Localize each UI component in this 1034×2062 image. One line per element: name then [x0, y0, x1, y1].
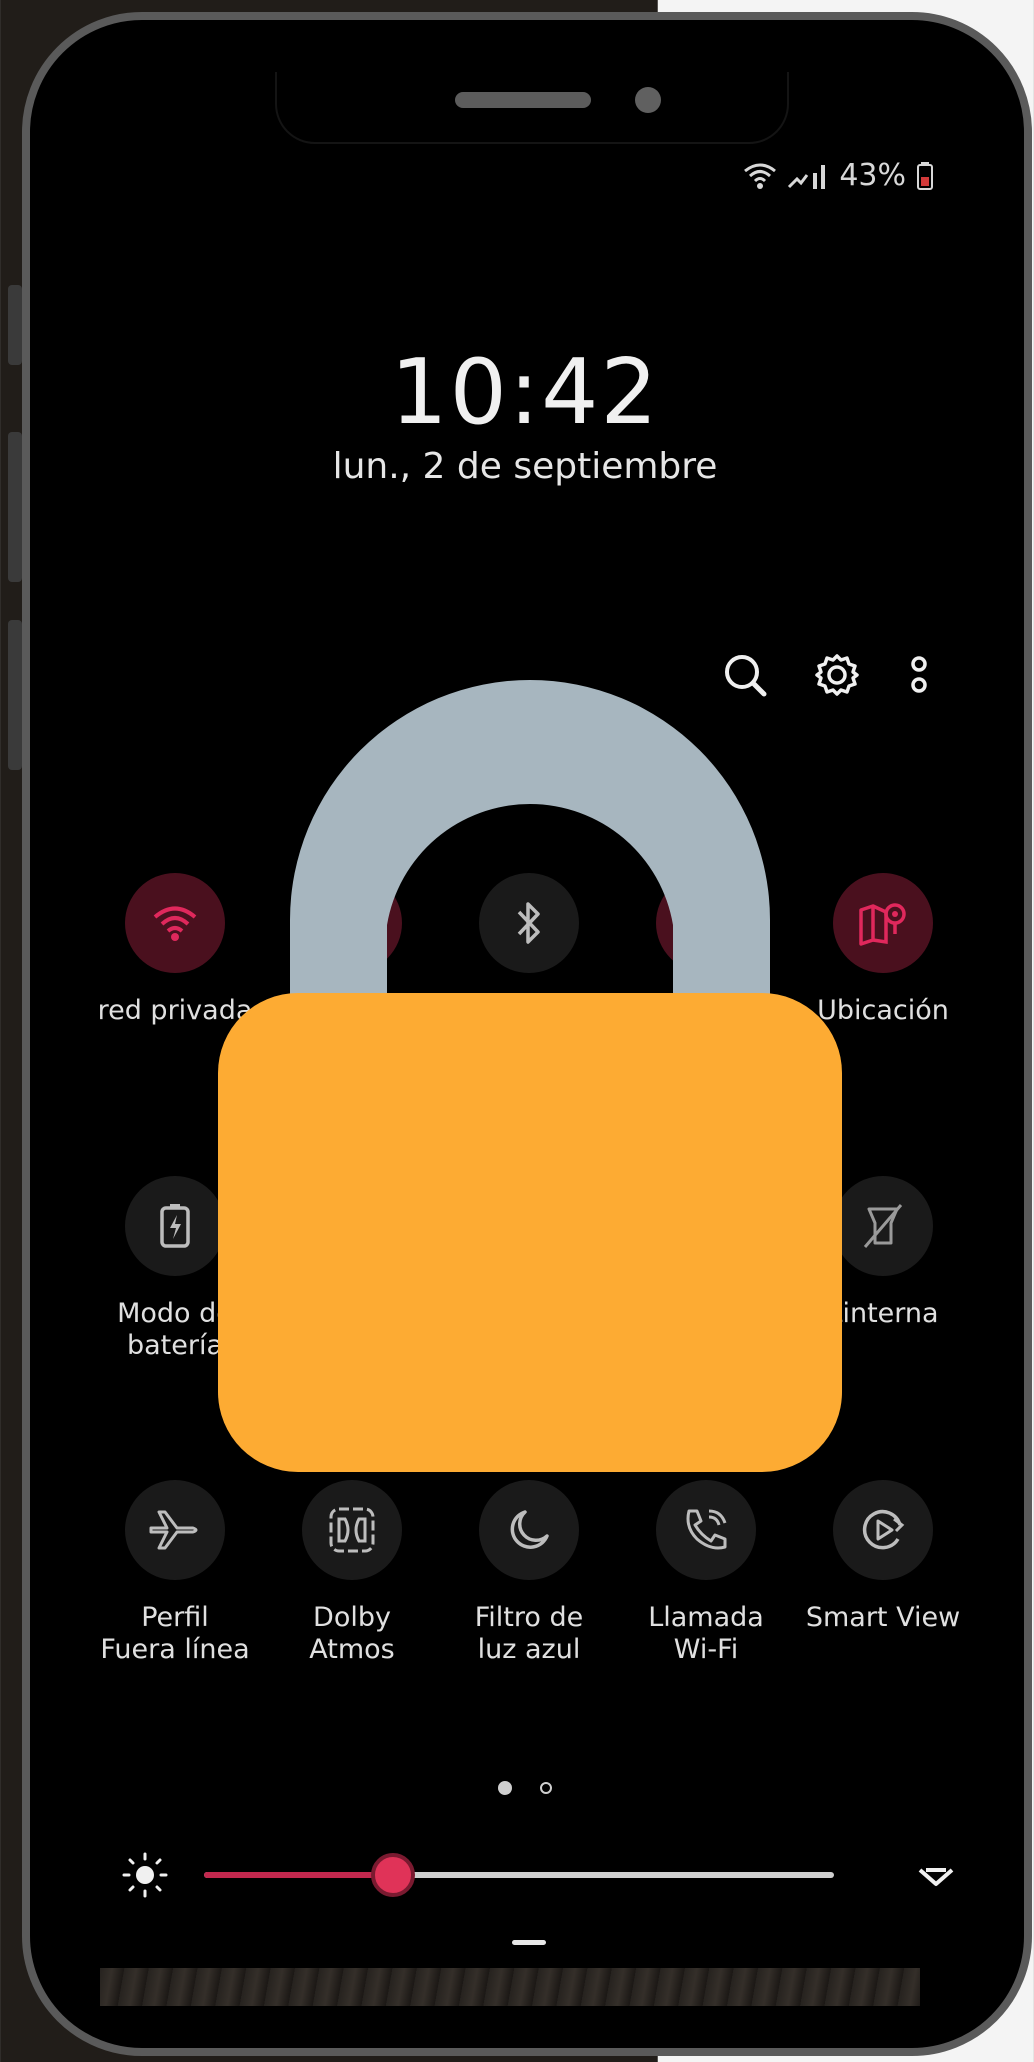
battery-percent: 43%: [839, 158, 906, 193]
smart-view-icon: [862, 1509, 905, 1550]
page-dot[interactable]: [540, 1782, 552, 1794]
tile-circle: [125, 1176, 225, 1276]
dolby-icon: [329, 1507, 375, 1553]
brightness-slider-fill: [204, 1872, 393, 1878]
wifi-call-icon: [686, 1509, 727, 1550]
tile-circle: [833, 1480, 933, 1580]
tile-blue-light-filter[interactable]: Filtro de luz azul: [439, 1480, 619, 1666]
tile-label: Modo de batería: [117, 1298, 233, 1361]
earpiece-speaker: [455, 92, 591, 108]
bluetooth-icon: [517, 902, 540, 944]
tile-label: Perfil Fuera línea: [100, 1602, 250, 1665]
tile-circle: [125, 1480, 225, 1580]
quick-panel-toolbar: [720, 650, 934, 700]
tile-circle: [479, 1480, 579, 1580]
volume-down-button[interactable]: [8, 620, 22, 770]
moon-icon: [510, 1510, 549, 1549]
brightness-control: [120, 1850, 960, 1900]
tile-label: Filtro de luz azul: [474, 1602, 584, 1665]
page-indicator: [498, 1781, 552, 1795]
tile-circle: [656, 873, 756, 973]
tile-circle: [656, 1480, 756, 1580]
tile-label: red privada: [97, 995, 253, 1026]
tile-label: Dolby Atmos: [309, 1602, 395, 1665]
tile-label: Smart View: [805, 1602, 961, 1633]
gear-icon[interactable]: [812, 650, 862, 700]
search-icon[interactable]: [720, 650, 770, 700]
page-dot-active[interactable]: [498, 1781, 512, 1795]
brightness-icon: [122, 1852, 168, 1898]
tile-airplane-mode[interactable]: Perfil Fuera línea: [85, 1480, 265, 1666]
tile-flashlight[interactable]: Linterna: [793, 1176, 973, 1330]
tile-private-network[interactable]: red privada: [85, 873, 265, 1027]
tile-circle: [479, 873, 579, 973]
brightness-slider[interactable]: [204, 1853, 834, 1897]
tile-label: Linterna: [827, 1298, 939, 1329]
battery-saver-icon: [160, 1204, 190, 1248]
expand-chevron-icon[interactable]: [912, 1852, 960, 1900]
tile-circle: [833, 1176, 933, 1276]
tile-circle: [302, 1480, 402, 1580]
lockscreen-clock: 10:42: [390, 340, 660, 445]
airplane-icon: [149, 1510, 198, 1550]
status-bar: 43%: [743, 158, 934, 193]
battery-icon: [917, 161, 933, 190]
notch: [275, 72, 789, 144]
front-camera: [635, 87, 661, 113]
flashlight-icon: [863, 1204, 903, 1248]
tile-rotate[interactable]: [616, 873, 796, 995]
brightness-slider-thumb[interactable]: [371, 1853, 415, 1897]
tile-battery-mode[interactable]: Modo de batería: [85, 1176, 265, 1362]
lockscreen-date: lun., 2 de septiembre: [332, 446, 718, 487]
wifi-icon: [153, 906, 197, 941]
cellular-signal-icon: [788, 164, 826, 189]
wallpaper-strip: [100, 1968, 920, 2006]
more-options-icon[interactable]: [904, 650, 934, 700]
tile-label: Ubicación: [817, 995, 949, 1026]
tile-sound[interactable]: [262, 873, 442, 995]
tile-bluetooth[interactable]: [439, 873, 619, 995]
tile-dolby-atmos[interactable]: Dolby Atmos: [262, 1480, 442, 1666]
tile-smart-view[interactable]: Smart View: [793, 1480, 973, 1634]
tile-circle: [833, 873, 933, 973]
location-icon: [859, 903, 906, 946]
tile-label: Llamada Wi-Fi: [648, 1602, 764, 1665]
wifi-icon: [744, 163, 777, 189]
tile-wifi-calling[interactable]: Llamada Wi-Fi: [616, 1480, 796, 1666]
home-indicator[interactable]: [512, 1940, 546, 1945]
tile-circle: [302, 873, 402, 973]
tile-circle: [125, 873, 225, 973]
tile-location[interactable]: Ubicación: [793, 873, 973, 1027]
